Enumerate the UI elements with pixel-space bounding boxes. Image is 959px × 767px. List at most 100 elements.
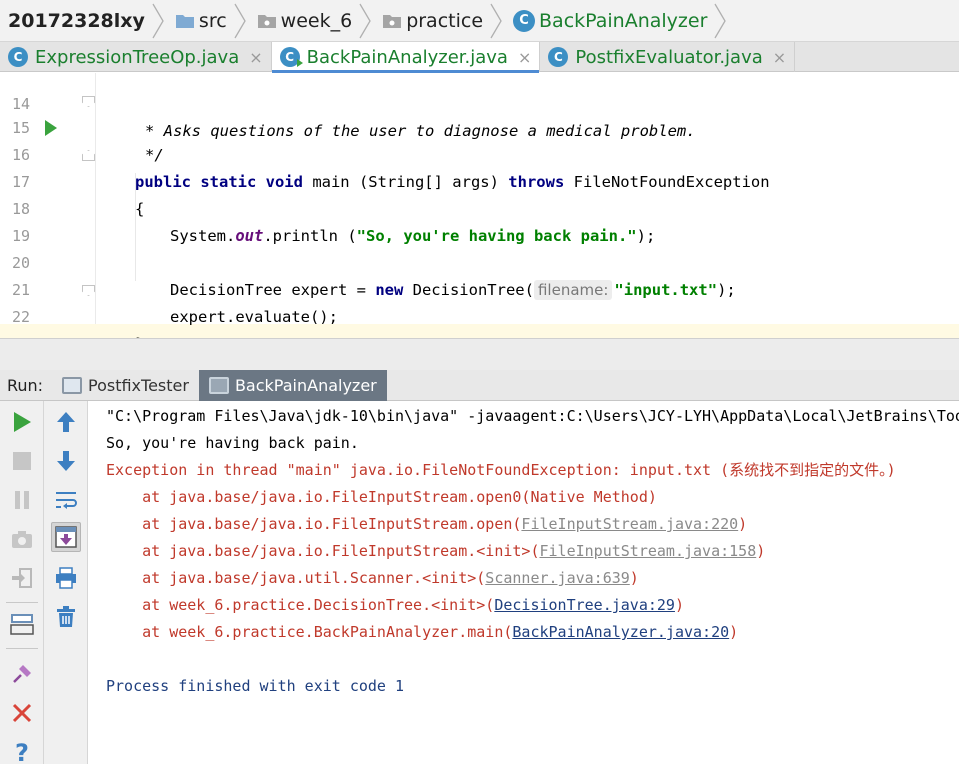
run-tool-window-header: Run: PostfixTester BackPainAnalyzer (0, 369, 959, 401)
run-gutter-icon[interactable] (45, 120, 57, 136)
close-icon[interactable]: × (518, 48, 531, 67)
line-number: 23 (0, 331, 30, 338)
stack-frame-text: ) (756, 542, 766, 560)
scroll-up-button[interactable] (51, 407, 81, 437)
soft-wrap-icon (56, 492, 77, 509)
toolbar-separator (6, 648, 38, 649)
tab-label: BackPainAnalyzer.java (306, 46, 508, 68)
code-text: } (135, 331, 144, 338)
source-link[interactable]: BackPainAnalyzer.java:20 (512, 623, 729, 641)
source-link[interactable]: DecisionTree.java:29 (494, 596, 675, 614)
code-editor[interactable]: 14 * Asks questions of the user to diagn… (0, 73, 959, 338)
stack-trace-line: at week_6.practice.BackPainAnalyzer.main… (106, 619, 738, 646)
breadcrumb-src-label: src (198, 9, 227, 32)
print-icon (56, 567, 76, 589)
stack-frame-text: ) (629, 569, 639, 587)
source-link[interactable]: Scanner.java:639 (485, 569, 630, 587)
breadcrumb-practice[interactable]: practice (372, 0, 489, 42)
toolbar-separator (6, 602, 38, 603)
folder-icon (175, 14, 194, 28)
help-icon: ? (15, 740, 29, 764)
stack-frame-text: at java.base/java.io.FileInputStream.<in… (106, 542, 540, 560)
panel-splitter[interactable] (0, 338, 959, 370)
code-line: 19 (0, 196, 959, 245)
arrow-up-icon (57, 412, 75, 432)
stack-frame-text: at java.base/java.util.Scanner.<init>( (106, 569, 486, 587)
source-link[interactable]: FileInputStream.java:158 (539, 542, 756, 560)
source-link[interactable]: FileInputStream.java:220 (521, 515, 738, 533)
breadcrumb-src[interactable]: src (165, 0, 233, 42)
breadcrumb-week6-label: week_6 (280, 9, 353, 32)
breadcrumb-project-label: 20172328lxy (8, 9, 145, 32)
stack-trace-line: at java.base/java.io.FileInputStream.ope… (106, 484, 657, 511)
code-line: 23 } (0, 304, 959, 338)
pause-icon (15, 491, 29, 509)
package-folder-icon (383, 14, 402, 28)
close-icon (12, 703, 32, 723)
play-icon (14, 412, 31, 432)
code-line: 17 { (0, 142, 959, 218)
code-line: 15 */ (0, 88, 959, 164)
console-exception-line: Exception in thread "main" java.io.FileN… (106, 461, 896, 479)
stack-frame-text: ) (738, 515, 748, 533)
help-button[interactable]: ? (7, 737, 37, 767)
svg-text:?: ? (15, 740, 29, 764)
stop-button[interactable] (7, 446, 37, 476)
tab-backpainanalyzer[interactable]: C BackPainAnalyzer.java × (271, 42, 541, 73)
rerun-button[interactable] (7, 407, 37, 437)
run-tab-backpainanalyzer[interactable]: BackPainAnalyzer (198, 369, 387, 401)
breadcrumb-practice-label: practice (406, 9, 484, 32)
runnable-class-icon: C (279, 47, 303, 67)
java-class-icon: C (548, 47, 569, 67)
breadcrumb-project[interactable]: 20172328lxy (0, 0, 151, 42)
breadcrumb-class[interactable]: C BackPainAnalyzer (503, 0, 713, 42)
run-tab-postfixtester[interactable]: PostfixTester (52, 370, 199, 401)
stack-frame-text: at java.base/java.io.FileInputStream.ope… (106, 488, 657, 506)
code-line: 21 expert.evaluate(); (0, 250, 959, 326)
stack-frame-text: at java.base/java.io.FileInputStream.ope… (106, 515, 522, 533)
scroll-to-end-button[interactable] (51, 522, 81, 552)
chevron-right-icon (152, 3, 164, 38)
restore-layout-button[interactable] (7, 609, 37, 639)
close-icon[interactable]: × (249, 48, 262, 67)
exit-button[interactable] (7, 563, 37, 593)
chevron-right-icon (359, 3, 371, 38)
close-run-button[interactable] (7, 698, 37, 728)
scroll-down-button[interactable] (51, 446, 81, 476)
code-line: 22 } (0, 277, 959, 338)
stack-trace-line: at java.base/java.io.FileInputStream.<in… (106, 538, 765, 565)
stack-trace-line: at week_6.practice.DecisionTree.<init>(D… (106, 592, 684, 619)
stack-frame-text: at week_6.practice.BackPainAnalyzer.main… (106, 623, 513, 641)
chevron-right-icon (490, 3, 502, 38)
layout-icon (10, 614, 34, 635)
run-tab-label: PostfixTester (88, 375, 189, 395)
stack-frame-text: ) (674, 596, 684, 614)
java-class-icon: C (8, 47, 28, 67)
breadcrumb-week6[interactable]: week_6 (247, 0, 359, 42)
code-line: 20 DecisionTree expert = new DecisionTre… (0, 223, 959, 300)
dump-threads-button[interactable] (7, 524, 37, 554)
soft-wrap-button[interactable] (51, 485, 81, 515)
console-icon (62, 376, 82, 394)
chevron-right-icon (714, 3, 727, 38)
close-icon[interactable]: × (773, 48, 786, 67)
exit-icon (12, 568, 32, 588)
run-console[interactable]: "C:\Program Files\Java\jdk-10\bin\java" … (89, 401, 959, 764)
editor-tabs: C ExpressionTreeOp.java × C BackPainAnal… (0, 42, 959, 73)
tab-expressiontreeop[interactable]: C ExpressionTreeOp.java × (0, 42, 272, 72)
stack-trace-line: at java.base/java.io.FileInputStream.ope… (106, 511, 747, 538)
run-toolbar-primary: ? (0, 401, 44, 764)
tab-label: ExpressionTreeOp.java (35, 46, 240, 68)
console-output-line: So, you're having back pain. (106, 434, 359, 452)
run-tab-label: BackPainAnalyzer (234, 375, 377, 395)
code-line: 16 public static void main (String[] arg… (0, 115, 959, 191)
console-icon (208, 376, 229, 394)
clear-all-button[interactable] (51, 602, 81, 632)
print-button[interactable] (51, 563, 81, 593)
pin-tab-button[interactable] (7, 659, 37, 689)
stack-frame-text: ) (729, 623, 739, 641)
pause-button[interactable] (7, 485, 37, 515)
tab-postfixevaluator[interactable]: C PostfixEvaluator.java × (540, 42, 796, 72)
camera-icon (12, 531, 32, 548)
chevron-right-icon (234, 3, 246, 38)
